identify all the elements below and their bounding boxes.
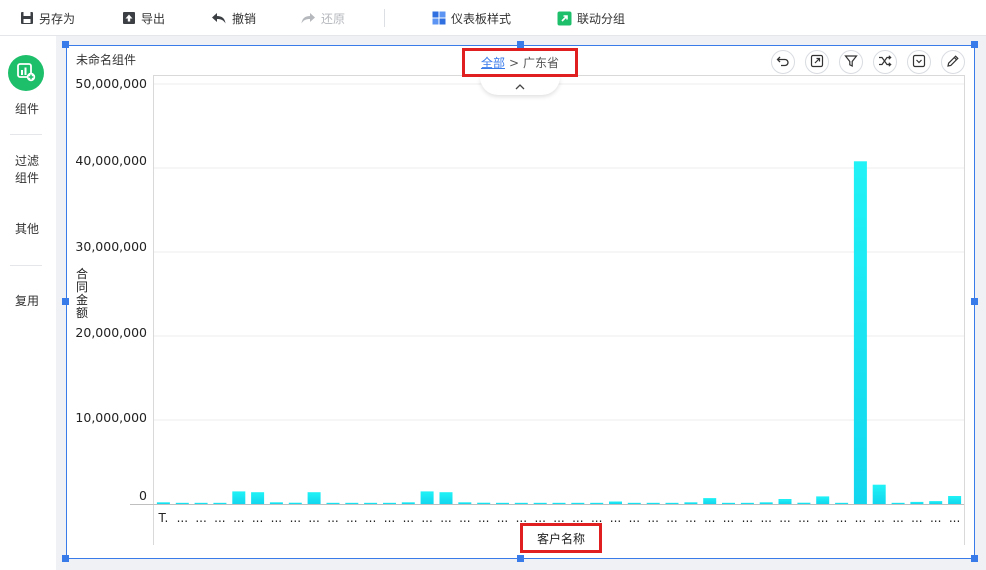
redo-label: 还原 [321, 11, 346, 26]
linked-group-button[interactable]: 联动分组 [557, 8, 625, 28]
sidebar-item-component[interactable]: 组件 [0, 101, 54, 118]
y-axis-title: 合同金额 [75, 267, 88, 320]
redo-icon [300, 11, 316, 25]
export-label: 导出 [141, 11, 166, 26]
undo-button[interactable]: 撤销 [211, 8, 256, 28]
sidebar-divider [10, 134, 42, 135]
switch-chart-button[interactable] [873, 50, 897, 74]
save-as-button[interactable]: 另存为 [20, 8, 75, 28]
top-toolbar: 另存为 导出 撤销 还原 仪表板样式 联动分组 [0, 0, 986, 36]
redo-button[interactable]: 还原 [300, 8, 345, 28]
link-group-icon [557, 11, 572, 26]
toolbar-divider [384, 9, 385, 27]
more-options-button[interactable] [907, 50, 931, 74]
breadcrumb: 全部 > 广东省 [462, 48, 578, 77]
dashboard-style-icon [432, 11, 446, 25]
sidebar-item-other[interactable]: 其他 [0, 221, 54, 238]
save-as-label: 另存为 [39, 11, 76, 26]
y-tick-label: 40,000,000 [75, 153, 147, 168]
shuffle-icon [878, 54, 892, 71]
breadcrumb-root-link[interactable]: 全部 [481, 54, 505, 71]
resize-handle-bottom[interactable] [517, 555, 524, 562]
resize-handle-left[interactable] [62, 298, 69, 305]
filter-icon [844, 54, 858, 71]
expand-icon [810, 54, 824, 71]
resize-handle-top-left[interactable] [62, 41, 69, 48]
y-tick-label: 50,000,000 [75, 76, 147, 91]
collapse-toggle[interactable] [480, 77, 560, 95]
breadcrumb-separator: > [508, 55, 520, 70]
undo-label: 撤销 [232, 11, 257, 26]
sidebar-item-reuse[interactable]: 复用 [0, 293, 54, 310]
sidebar-item-filter-component[interactable]: 过滤组件 [0, 153, 54, 187]
widget-title: 未命名组件 [76, 53, 137, 67]
resize-handle-top[interactable] [517, 41, 524, 48]
y-tick-label: 20,000,000 [75, 325, 147, 340]
undo-arrow-icon [776, 54, 790, 71]
plot-area [153, 75, 965, 545]
resize-handle-right[interactable] [971, 298, 978, 305]
sidebar-divider [10, 265, 42, 266]
x-axis-title: 客户名称 [520, 523, 602, 553]
undo-icon [211, 11, 227, 25]
linked-group-label: 联动分组 [577, 11, 626, 26]
resize-handle-top-right[interactable] [971, 41, 978, 48]
export-icon [122, 11, 136, 25]
dropdown-box-icon [912, 54, 926, 71]
save-icon [20, 11, 34, 25]
dashboard-style-label: 仪表板样式 [451, 11, 512, 26]
y-tick-label: 10,000,000 [75, 410, 147, 425]
export-button[interactable]: 导出 [122, 8, 165, 28]
edit-button[interactable] [941, 50, 965, 74]
resize-handle-bottom-right[interactable] [971, 555, 978, 562]
dashboard-style-button[interactable]: 仪表板样式 [432, 8, 511, 28]
y-tick-label: 0 [139, 488, 147, 503]
breadcrumb-current: 广东省 [523, 56, 560, 70]
y-tick-label: 30,000,000 [75, 239, 147, 254]
filter-button[interactable] [839, 50, 863, 74]
pencil-icon [946, 54, 960, 71]
chart-add-icon [16, 62, 36, 85]
add-component-button[interactable] [8, 55, 44, 91]
left-sidebar: 组件 过滤组件 其他 复用 [0, 36, 56, 570]
chevron-up-icon [515, 79, 525, 93]
fullscreen-button[interactable] [805, 50, 829, 74]
resize-handle-bottom-left[interactable] [62, 555, 69, 562]
drill-back-button[interactable] [771, 50, 795, 74]
